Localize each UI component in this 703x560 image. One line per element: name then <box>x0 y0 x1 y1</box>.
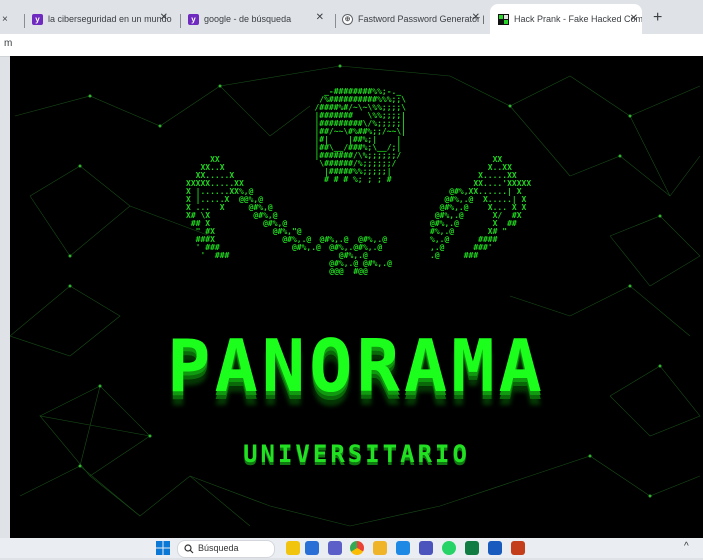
word-icon[interactable] <box>488 541 502 555</box>
mail-icon[interactable] <box>396 541 410 555</box>
teams-meet-icon[interactable] <box>328 541 342 555</box>
panorama-title-text: PANORAMA <box>167 324 546 408</box>
widgets-icon[interactable] <box>286 541 300 555</box>
excel-icon[interactable] <box>465 541 479 555</box>
tab-label: la ciberseguridad en un mundo c <box>48 14 172 24</box>
tab-close-icon[interactable]: ✕ <box>630 13 638 24</box>
panorama-title: PANORAMA <box>10 324 703 408</box>
yahoo-icon: y <box>32 13 43 25</box>
windows-taskbar: Búsqueda ^ <box>0 538 703 558</box>
tab-google[interactable]: y google - de búsqueda ✕ <box>188 9 328 29</box>
ascii-right-arm: XX X..XX X.....XX XX....'XXXXX @#%,XX...… <box>430 155 532 260</box>
tab-partial[interactable]: × <box>2 9 20 29</box>
windows-start-icon[interactable] <box>156 541 170 555</box>
tab-fastword[interactable]: ⊕ Fastword Password Generator | A ✕ <box>342 9 484 29</box>
chevron-up-icon[interactable]: ^ <box>684 541 689 552</box>
hack-prank-icon <box>498 13 509 25</box>
tab-label: Fastword Password Generator | A <box>358 14 484 24</box>
tab-ciberseguridad[interactable]: y la ciberseguridad en un mundo c ✕ <box>32 9 172 29</box>
tab-separator <box>335 14 336 28</box>
browser-tab-bar: × y la ciberseguridad en un mundo c ✕ y … <box>0 0 703 34</box>
tab-close-icon[interactable]: × <box>2 14 8 25</box>
page-content: _-########%%;-._ /%##########%%%;;\ /###… <box>10 56 703 538</box>
whatsapp-icon[interactable] <box>442 541 456 555</box>
search-placeholder: Búsqueda <box>198 543 239 553</box>
address-bar[interactable]: m <box>0 34 703 57</box>
powerpoint-icon[interactable] <box>511 541 525 555</box>
globe-icon: ⊕ <box>342 13 353 25</box>
tab-separator <box>180 14 181 28</box>
tab-hack-prank[interactable]: Hack Prank - Fake Hacked Comp ✕ <box>490 4 642 34</box>
universitario-subtitle-text: UNIVERSITARIO <box>243 440 470 468</box>
tab-label: Hack Prank - Fake Hacked Comp <box>514 14 642 24</box>
new-tab-icon[interactable]: + <box>653 9 662 27</box>
search-icon <box>184 544 194 554</box>
file-explorer-icon[interactable] <box>373 541 387 555</box>
address-text: m <box>4 38 13 49</box>
tab-close-icon[interactable]: ✕ <box>472 12 480 23</box>
task-view-icon[interactable] <box>305 541 319 555</box>
tab-close-icon[interactable]: ✕ <box>160 12 168 23</box>
universitario-subtitle: UNIVERSITARIO <box>10 440 703 468</box>
ascii-crossbones: @#%,.@ @#%,.@ @#%,.@#%,.@ @#%,.@ @#%,.@ … <box>319 235 392 276</box>
ascii-left-arm: XX XX..X XX.....X XXXXX.....XX X |......… <box>186 155 321 260</box>
taskbar-search-input[interactable]: Búsqueda <box>177 540 275 558</box>
yahoo-icon: y <box>188 13 199 25</box>
tab-label: google - de búsqueda <box>204 14 292 24</box>
tab-separator <box>24 14 25 28</box>
teams-icon[interactable] <box>419 541 433 555</box>
tab-close-icon[interactable]: ✕ <box>316 12 324 23</box>
chrome-icon[interactable] <box>350 541 364 555</box>
